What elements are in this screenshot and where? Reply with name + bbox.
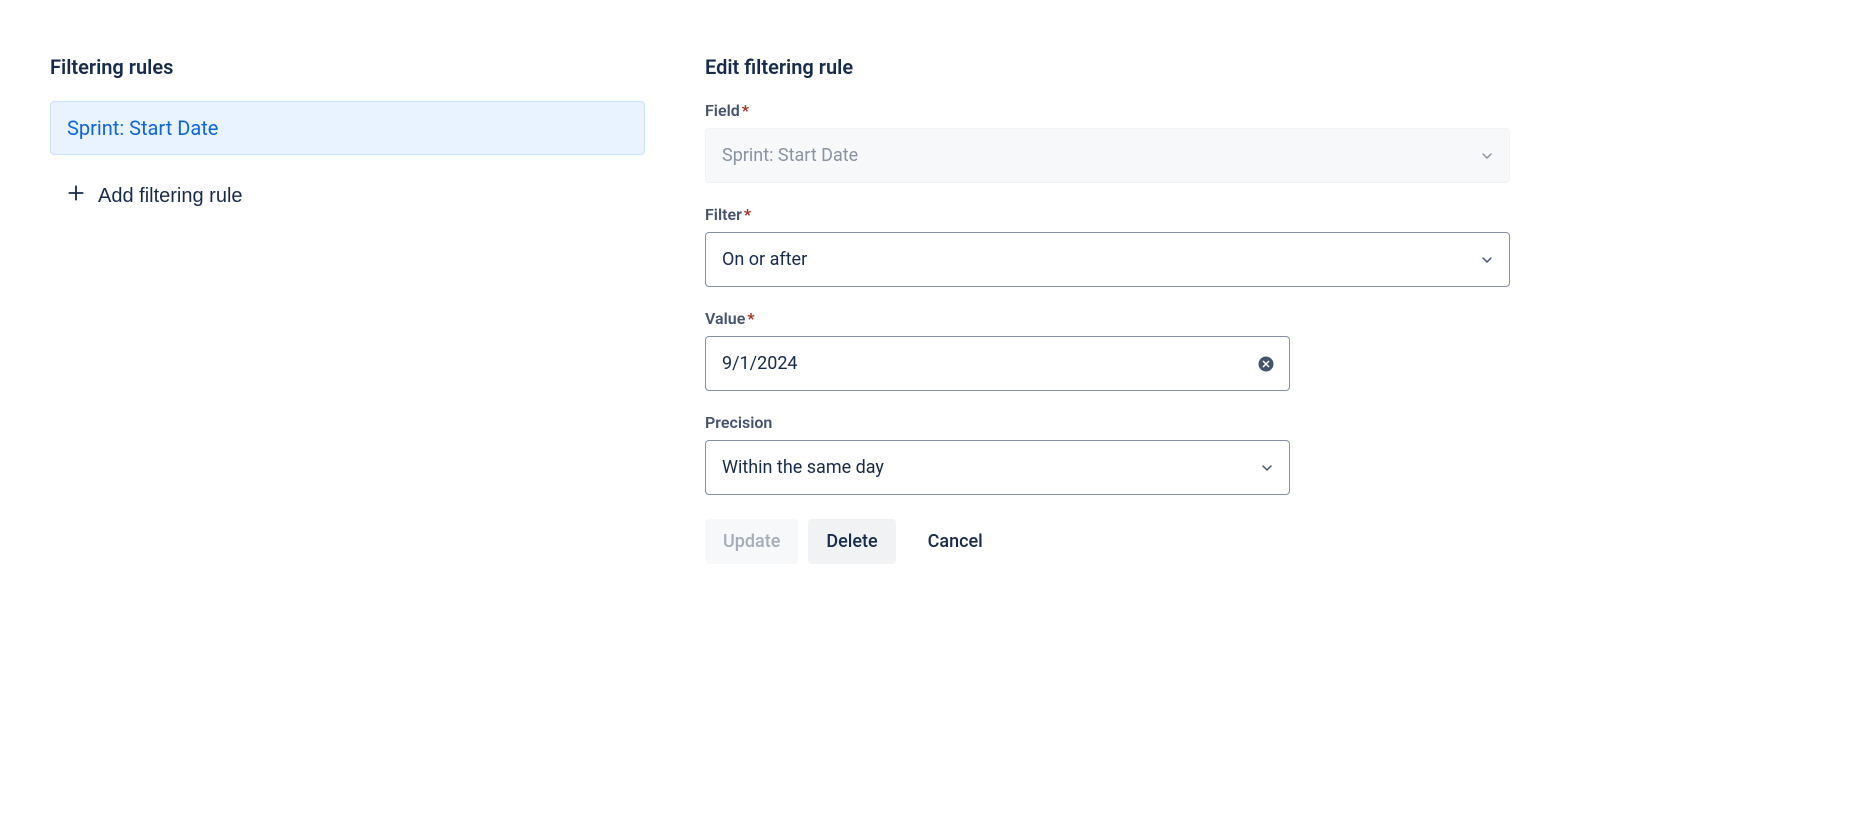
add-filtering-rule-button[interactable]: Add filtering rule [50,169,259,223]
cancel-button[interactable]: Cancel [906,519,1005,564]
plus-icon [66,183,86,209]
edit-filtering-rule-title: Edit filtering rule [705,55,1510,79]
precision-label: Precision [705,413,1510,432]
clear-icon[interactable] [1257,355,1275,373]
chevron-down-icon [1479,252,1495,268]
chevron-down-icon [1479,148,1495,164]
field-select-value: Sprint: Start Date [722,145,858,166]
delete-button[interactable]: Delete [808,519,895,564]
required-asterisk: * [747,309,754,328]
value-input-wrapper[interactable] [705,336,1290,391]
value-label: Value* [705,309,1510,328]
required-asterisk: * [742,101,749,120]
filtering-rule-item[interactable]: Sprint: Start Date [50,101,645,155]
filter-select[interactable]: On or after [705,232,1510,287]
value-input[interactable] [722,353,1245,374]
filtering-rule-label: Sprint: Start Date [67,116,218,140]
add-filtering-rule-label: Add filtering rule [98,185,243,208]
filter-label: Filter* [705,205,1510,224]
field-select: Sprint: Start Date [705,128,1510,183]
filtering-rules-title: Filtering rules [50,55,645,79]
filter-select-value: On or after [722,249,807,270]
chevron-down-icon [1259,460,1275,476]
field-label: Field* [705,101,1510,120]
update-button: Update [705,519,798,564]
precision-select[interactable]: Within the same day [705,440,1290,495]
precision-select-value: Within the same day [722,457,884,478]
required-asterisk: * [744,205,751,224]
